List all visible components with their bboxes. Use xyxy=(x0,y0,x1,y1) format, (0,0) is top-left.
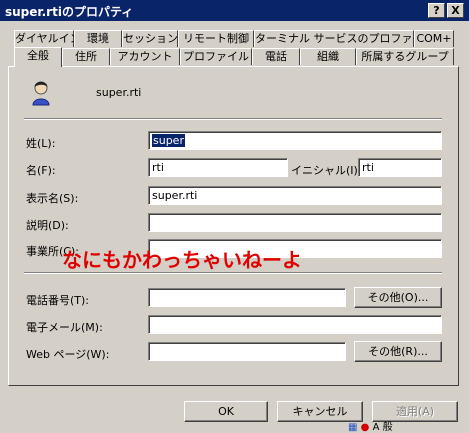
ok-button[interactable]: OK xyxy=(184,401,268,422)
initials-input[interactable]: rti xyxy=(358,158,442,177)
display-name-label: 表示名(S): xyxy=(26,192,79,205)
help-button[interactable]: ? xyxy=(428,3,445,18)
webpage-other-button[interactable]: その他(R)... xyxy=(354,341,442,362)
separator xyxy=(24,118,442,120)
tab-session[interactable]: セッション xyxy=(122,30,178,47)
webpage-input[interactable] xyxy=(148,342,346,361)
last-name-value: super xyxy=(152,134,185,147)
tab-terminal-profile[interactable]: ターミナル サービスのプロファイル xyxy=(254,30,435,47)
first-name-input[interactable]: rti xyxy=(148,158,288,177)
last-name-input[interactable]: super xyxy=(148,131,442,150)
user-icon xyxy=(32,81,50,106)
description-label: 説明(D): xyxy=(26,219,69,232)
tab-general[interactable]: 全般 xyxy=(14,47,62,67)
tab-environment[interactable]: 環境 xyxy=(74,30,122,47)
first-name-label: 名(F): xyxy=(26,164,56,177)
user-display-name: super.rti xyxy=(96,86,142,99)
last-name-label: 姓(L): xyxy=(26,137,56,150)
initials-label: イニシャル(I): xyxy=(291,164,362,177)
display-name-input[interactable]: super.rti xyxy=(148,186,442,205)
tab-dialin[interactable]: ダイヤルイン xyxy=(14,30,81,47)
tab-remote-control[interactable]: リモート制御 xyxy=(178,30,254,47)
email-label: 電子メール(M): xyxy=(26,321,103,334)
phone-other-button[interactable]: その他(O)... xyxy=(354,287,442,308)
tab-account[interactable]: アカウント xyxy=(110,48,180,65)
tab-address[interactable]: 住所 xyxy=(62,48,110,65)
tray-text: A 般 xyxy=(372,422,393,433)
tab-telephones[interactable]: 電話 xyxy=(252,48,300,65)
tray-app-icon: ▦ xyxy=(348,422,358,433)
tray-record-icon: ● xyxy=(360,422,370,433)
webpage-label: Web ページ(W): xyxy=(26,348,110,361)
description-input[interactable] xyxy=(148,213,442,232)
phone-label: 電話番号(T): xyxy=(26,294,90,307)
taskbar-tray: ▦ ● A 般 xyxy=(348,418,469,433)
window-title: super.rtiのプロパティ xyxy=(5,5,134,19)
tab-member-of[interactable]: 所属するグループ xyxy=(356,48,454,65)
tab-organization[interactable]: 組織 xyxy=(300,48,356,65)
close-button[interactable]: X xyxy=(447,3,464,18)
title-bar[interactable]: super.rtiのプロパティ ? X xyxy=(0,0,469,21)
tab-com-plus[interactable]: COM+ xyxy=(414,30,454,47)
tab-profile[interactable]: プロファイル xyxy=(180,48,252,65)
email-input[interactable] xyxy=(148,315,442,334)
phone-input[interactable] xyxy=(148,288,346,307)
overlay-annotation: なにもかわっちゃいねーよ xyxy=(62,248,302,272)
